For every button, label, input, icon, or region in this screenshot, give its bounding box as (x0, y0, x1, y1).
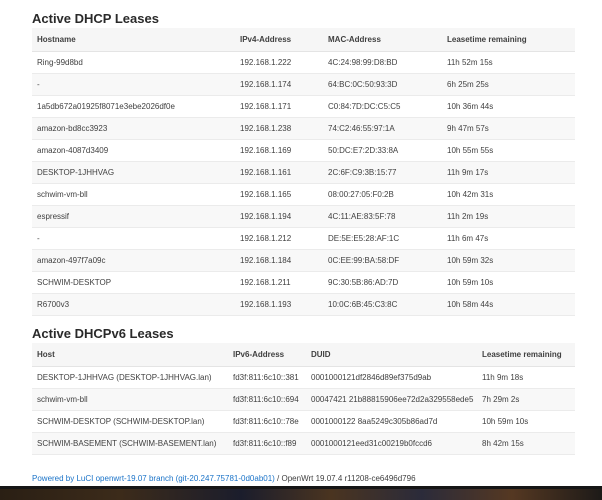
duid-cell: 00047421 21b88815906ee72d2a329558ede5 (306, 388, 477, 411)
table-row: SCHWIM-BASEMENT (SCHWIM-BASEMENT.lan) fd3… (32, 432, 575, 455)
ipv4-cell: 192.168.1.238 (235, 117, 323, 140)
table-row: DESKTOP-1JHHVAG (DESKTOP-1JHHVAG.lan) fd3… (32, 366, 575, 389)
column-header-leasetime[interactable]: Leasetime remaining (477, 343, 575, 367)
ipv4-cell: 192.168.1.165 (235, 183, 323, 206)
openwrt-version-text: / OpenWrt 19.07.4 r11208-ce6496d796 (274, 474, 416, 483)
column-header-hostname[interactable]: Hostname (32, 28, 235, 52)
duid-cell: 0001000121df2846d89ef375d9ab (306, 366, 477, 389)
table-row: DESKTOP-1JHHVAG 192.168.1.161 2C:6F:C9:3B:… (32, 161, 575, 184)
table-row: SCHWIM-DESKTOP 192.168.1.211 9C:30:5B:86:A… (32, 271, 575, 294)
mac-cell: 50:DC:E7:2D:33:8A (323, 139, 442, 162)
ipv6-cell: fd3f:811:6c10::694 (228, 388, 306, 411)
dhcp-leases-table: Hostname IPv4-Address MAC-Address Leaset… (32, 28, 575, 316)
hostname-cell: R6700v3 (32, 293, 235, 316)
hostname-cell: - (32, 73, 235, 96)
duid-cell: 0001000122 8aa5249c305b86ad7d (306, 410, 477, 433)
host-cell: DESKTOP-1JHHVAG (DESKTOP-1JHHVAG.lan) (32, 366, 228, 389)
ipv4-cell: 192.168.1.161 (235, 161, 323, 184)
host-cell: schwim-vm-bll (32, 388, 228, 411)
hostname-cell: espressif (32, 205, 235, 228)
ipv6-cell: fd3f:811:6c10::78e (228, 410, 306, 433)
column-header-leasetime[interactable]: Leasetime remaining (442, 28, 575, 52)
table-header-row: Host IPv6-Address DUID Leasetime remaini… (32, 343, 575, 367)
table-row: R6700v3 192.168.1.193 10:0C:6B:45:C3:8C 10h… (32, 293, 575, 316)
column-header-host[interactable]: Host (32, 343, 228, 367)
table-row: schwim-vm-bll fd3f:811:6c10::694 00047421 … (32, 388, 575, 411)
ipv4-cell: 192.168.1.212 (235, 227, 323, 250)
ipv4-cell: 192.168.1.169 (235, 139, 323, 162)
mac-cell: 10:0C:6B:45:C3:8C (323, 293, 442, 316)
mac-cell: 64:BC:0C:50:93:3D (323, 73, 442, 96)
ipv4-cell: 192.168.1.174 (235, 73, 323, 96)
leasetime-cell: 8h 42m 15s (477, 432, 575, 455)
table-row: Ring-99d8bd 192.168.1.222 4C:24:98:99:D8:B… (32, 51, 575, 74)
hostname-cell: 1a5db672a01925f8071e3ebe2026df0e (32, 95, 235, 118)
mac-cell: 2C:6F:C9:3B:15:77 (323, 161, 442, 184)
column-header-ipv4[interactable]: IPv4-Address (235, 28, 323, 52)
hostname-cell: amazon-497f7a09c (32, 249, 235, 272)
mac-cell: DE:5E:E5:28:AF:1C (323, 227, 442, 250)
hostname-cell: schwim-vm-bll (32, 183, 235, 206)
leasetime-cell: 7h 29m 2s (477, 388, 575, 411)
hostname-cell: DESKTOP-1JHHVAG (32, 161, 235, 184)
duid-cell: 0001000121eed31c00219b0fccd6 (306, 432, 477, 455)
table-row: schwim-vm-bll 192.168.1.165 08:00:27:05:F0… (32, 183, 575, 206)
column-header-duid[interactable]: DUID (306, 343, 477, 367)
host-cell: SCHWIM-BASEMENT (SCHWIM-BASEMENT.lan) (32, 432, 228, 455)
table-row: espressif 192.168.1.194 4C:11:AE:83:5F:78 1… (32, 205, 575, 228)
hostname-cell: amazon-bd8cc3923 (32, 117, 235, 140)
ipv4-cell: 192.168.1.211 (235, 271, 323, 294)
mac-cell: 4C:11:AE:83:5F:78 (323, 205, 442, 228)
ipv4-cell: 192.168.1.194 (235, 205, 323, 228)
leasetime-cell: 10h 36m 44s (442, 95, 575, 118)
hostname-cell: SCHWIM-DESKTOP (32, 271, 235, 294)
table-row: amazon-4087d3409 192.168.1.169 50:DC:E7:2D… (32, 139, 575, 162)
desktop-wallpaper-strip (0, 486, 602, 500)
leasetime-cell: 10h 58m 44s (442, 293, 575, 316)
table-header-row: Hostname IPv4-Address MAC-Address Leaset… (32, 28, 575, 52)
leasetime-cell: 6h 25m 25s (442, 73, 575, 96)
leasetime-cell: 11h 2m 19s (442, 205, 575, 228)
ipv4-cell: 192.168.1.184 (235, 249, 323, 272)
mac-cell: 9C:30:5B:86:AD:7D (323, 271, 442, 294)
hostname-cell: amazon-4087d3409 (32, 139, 235, 162)
hostname-cell: - (32, 227, 235, 250)
leasetime-cell: 10h 59m 10s (442, 271, 575, 294)
table-row: amazon-bd8cc3923 192.168.1.238 74:C2:46:55… (32, 117, 575, 140)
leasetime-cell: 11h 9m 17s (442, 161, 575, 184)
ipv4-cell: 192.168.1.193 (235, 293, 323, 316)
ipv4-cell: 192.168.1.222 (235, 51, 323, 74)
leasetime-cell: 10h 59m 10s (477, 410, 575, 433)
column-header-ipv6[interactable]: IPv6-Address (228, 343, 306, 367)
mac-cell: 74:C2:46:55:97:1A (323, 117, 442, 140)
table-row: -192.168.1.212 DE:5E:E5:28:AF:1C 11h 6m 47… (32, 227, 575, 250)
luci-version-link[interactable]: Powered by LuCI openwrt-19.07 branch (gi… (32, 474, 275, 483)
hostname-cell: Ring-99d8bd (32, 51, 235, 74)
host-cell: SCHWIM-DESKTOP (SCHWIM-DESKTOP.lan) (32, 410, 228, 433)
column-header-mac[interactable]: MAC-Address (323, 28, 442, 52)
table-row: SCHWIM-DESKTOP (SCHWIM-DESKTOP.lan) fd3f:… (32, 410, 575, 433)
leasetime-cell: 11h 9m 18s (477, 366, 575, 389)
table-row: -192.168.1.174 64:BC:0C:50:93:3D 6h 25m 25… (32, 73, 575, 96)
ipv4-cell: 192.168.1.171 (235, 95, 323, 118)
leasetime-cell: 10h 55m 55s (442, 139, 575, 162)
mac-cell: 0C:EE:99:BA:58:DF (323, 249, 442, 272)
mac-cell: C0:84:7D:DC:C5:C5 (323, 95, 442, 118)
leasetime-cell: 10h 42m 31s (442, 183, 575, 206)
dhcpv6-leases-title: Active DHCPv6 Leases (32, 326, 174, 341)
page-footer: Powered by LuCI openwrt-19.07 branch (gi… (32, 474, 416, 483)
table-row: 1a5db672a01925f8071e3ebe2026df0e 192.168.… (32, 95, 575, 118)
leasetime-cell: 11h 52m 15s (442, 51, 575, 74)
ipv6-cell: fd3f:811:6c10::f89 (228, 432, 306, 455)
table-row: amazon-497f7a09c 192.168.1.184 0C:EE:99:BA… (32, 249, 575, 272)
dhcpv6-leases-table: Host IPv6-Address DUID Leasetime remaini… (32, 343, 575, 455)
mac-cell: 4C:24:98:99:D8:BD (323, 51, 442, 74)
mac-cell: 08:00:27:05:F0:2B (323, 183, 442, 206)
leasetime-cell: 9h 47m 57s (442, 117, 575, 140)
leasetime-cell: 10h 59m 32s (442, 249, 575, 272)
leasetime-cell: 11h 6m 47s (442, 227, 575, 250)
dhcp-leases-title: Active DHCP Leases (32, 11, 159, 26)
ipv6-cell: fd3f:811:6c10::381 (228, 366, 306, 389)
